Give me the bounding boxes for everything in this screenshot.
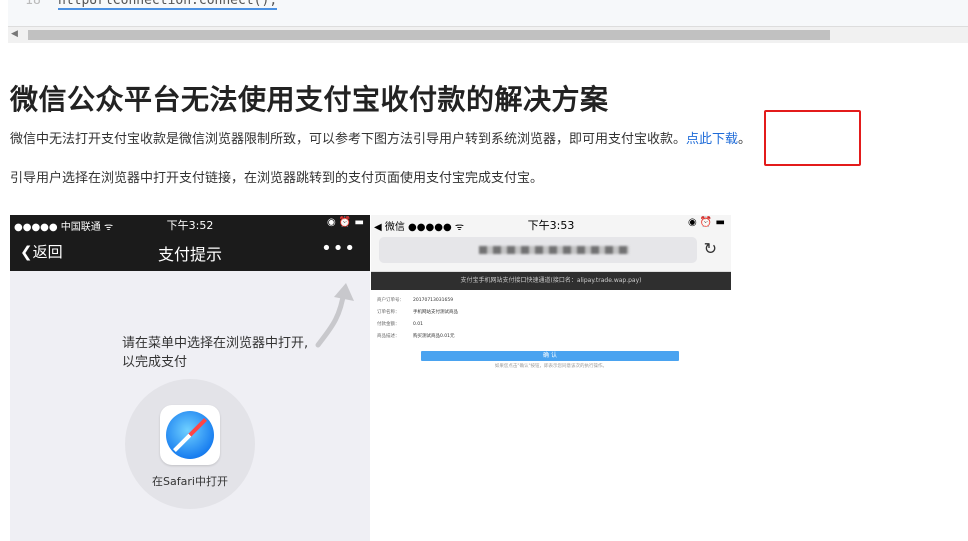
order-row: 订单名称： 手机网站支付测试商品 (377, 307, 458, 319)
line-number: 18 (25, 0, 41, 8)
code-block: 18 httpUrlConnection.connect(); (8, 0, 968, 27)
curved-arrow-icon (315, 283, 354, 348)
row-label: 商品描述： (377, 334, 400, 339)
status-icons-2: ◉ ⏰ ▬ (688, 217, 725, 228)
order-rows: 商户订单号： 20170713031659 订单名称： 手机网站支付测试商品 付款金… (377, 295, 458, 343)
reload-icon[interactable]: ↻ (704, 239, 717, 258)
paragraph-1-text: 微信中无法打开支付宝收款是微信浏览器限制所致，可以参考下图方法引导用户转到系统浏… (10, 132, 687, 147)
hint-line-1: 请在菜单中选择在浏览器中打开, (122, 336, 309, 351)
row-value: 0.01 (413, 322, 424, 327)
pay-header: 支付宝手机网站支付接口快速通道(接口名：alipay.trade.wap.pay… (371, 272, 731, 290)
code-line: 18 httpUrlConnection.connect(); (8, 0, 278, 10)
status-bar-2: ◀ 微信 ●●●●● ᯤ 下午3:53 ◉ ⏰ ▬ (371, 215, 731, 233)
hint-line-2: 以完成支付 (122, 355, 188, 370)
status-icons: ◉ ⏰ ▬ (327, 217, 364, 228)
nav-bar: ❮返回 支付提示 ••• (10, 233, 370, 271)
time-label-2: 下午3:53 (527, 219, 575, 232)
article-title: 微信公众平台无法使用支付宝收付款的解决方案 (10, 83, 609, 116)
order-row: 商品描述： 购买测试商品0.01元 (377, 331, 455, 343)
paragraph-1: 微信中无法打开支付宝收款是微信浏览器限制所致，可以参考下图方法引导用户转到系统浏… (10, 128, 751, 147)
time-label: 下午3:52 (166, 219, 214, 232)
nav-title: 支付提示 (157, 245, 222, 264)
row-label: 商户订单号： (377, 298, 404, 303)
status-bar: ●●●●● 中国联通 ᯤ 下午3:52 ◉ ⏰ ▬ (10, 215, 370, 233)
row-value: 购买测试商品0.01元 (413, 334, 455, 339)
order-row: 付款金额： 0.01 (377, 319, 423, 331)
row-label: 付款金额： (377, 322, 400, 327)
address-bar-area: ↻ (371, 233, 731, 272)
browser-screenshot: ◀ 微信 ●●●●● ᯤ 下午3:53 ◉ ⏰ ▬ ↻ 支付宝手机网站支付接口快… (371, 215, 731, 375)
row-label: 订单名称： (377, 310, 400, 315)
row-value: 手机网站支付测试商品 (413, 310, 458, 315)
horizontal-scrollbar[interactable]: ◀ (8, 26, 968, 43)
safari-icon[interactable] (160, 405, 220, 465)
hint-text: 请在菜单中选择在浏览器中打开, 以完成支付 (122, 334, 308, 372)
wechat-screenshot: ●●●●● 中国联通 ᯤ 下午3:52 ◉ ⏰ ▬ ❮返回 支付提示 ••• 请… (10, 215, 370, 541)
order-row: 商户订单号： 20170713031659 (377, 295, 453, 307)
confirm-tip: 如果您点击"确认"按钮，即表示您同意该次的执行操作。 (494, 364, 608, 369)
scroll-left-arrow-icon[interactable]: ◀ (11, 29, 18, 39)
highlight-box (764, 110, 861, 166)
paragraph-1-end: 。 (738, 132, 752, 147)
download-link[interactable]: 点此下载 (686, 132, 738, 147)
address-bar[interactable] (379, 237, 697, 263)
code-text: httpUrlConnection.connect(); (58, 0, 278, 10)
more-menu-icon[interactable]: ••• (321, 238, 356, 259)
paragraph-2: 引导用户选择在浏览器中打开支付链接，在浏览器跳转到的支付页面使用支付宝完成支付宝… (10, 171, 544, 186)
scrollbar-thumb[interactable] (28, 30, 830, 40)
confirm-button[interactable]: 确 认 (421, 351, 679, 361)
row-value: 20170713031659 (413, 298, 454, 303)
safari-label: 在Safari中打开 (152, 475, 228, 488)
blurred-url (479, 246, 629, 254)
